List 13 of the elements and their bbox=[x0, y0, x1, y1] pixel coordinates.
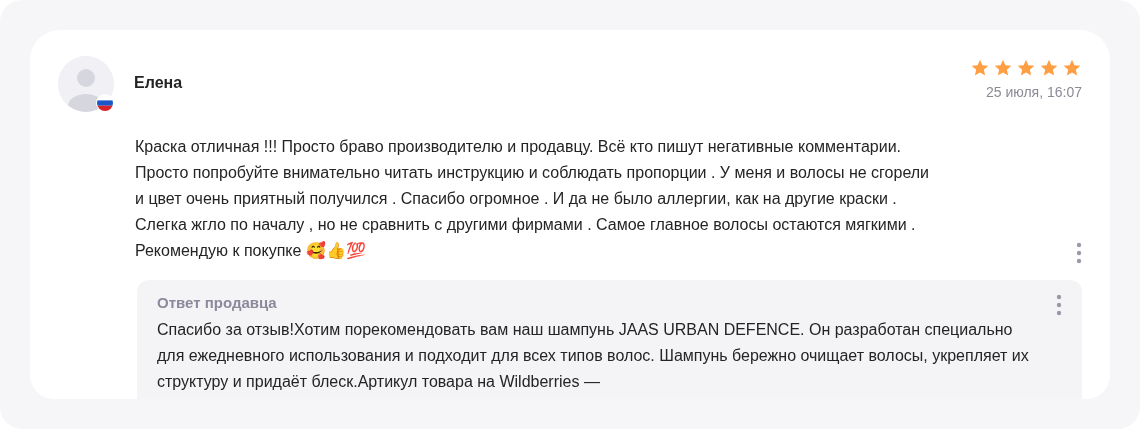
star-icon bbox=[970, 58, 990, 78]
star-icon bbox=[993, 58, 1013, 78]
reply-text: Спасибо за отзыв!Хотим порекомендовать вам наш шампунь JAAS URBAN DEFENCE. Он разработан специально для ежедневного использования и подходит для всех типов волос. Шампунь бережно очищает волосы, укрепляет их структуру и придаёт блеск.Артикул товара на Wildberries — bbox=[157, 320, 1030, 392]
more-options-icon[interactable] bbox=[1056, 294, 1062, 316]
flag-icon bbox=[96, 94, 114, 112]
star-icon bbox=[1016, 58, 1036, 78]
star-icon bbox=[1062, 58, 1082, 78]
star-icon bbox=[1039, 58, 1059, 78]
more-options-icon[interactable] bbox=[1076, 242, 1082, 264]
author-name: Елена bbox=[134, 74, 183, 92]
reply-title: Ответ продавца bbox=[157, 294, 278, 311]
review-date: 25 июля, 16:07 bbox=[985, 84, 1082, 100]
review-text: Краска отличная !!! Просто браво производителю и продавцу. Всё кто пишут негативные комментарии. Просто попробуйте внимательно читать инструкцию и соблюдать пропорции . У меня и волосы не сгорели и цвет очень приятный получился . Спасибо огромное . И да не было аллергии, как на другие краски . Слегка жгло по началу , но не сравнить с другими фирмами . Самое главное волосы остаются мягкими . Рекомендую к покупке 🥰👍💯 bbox=[135, 137, 931, 262]
